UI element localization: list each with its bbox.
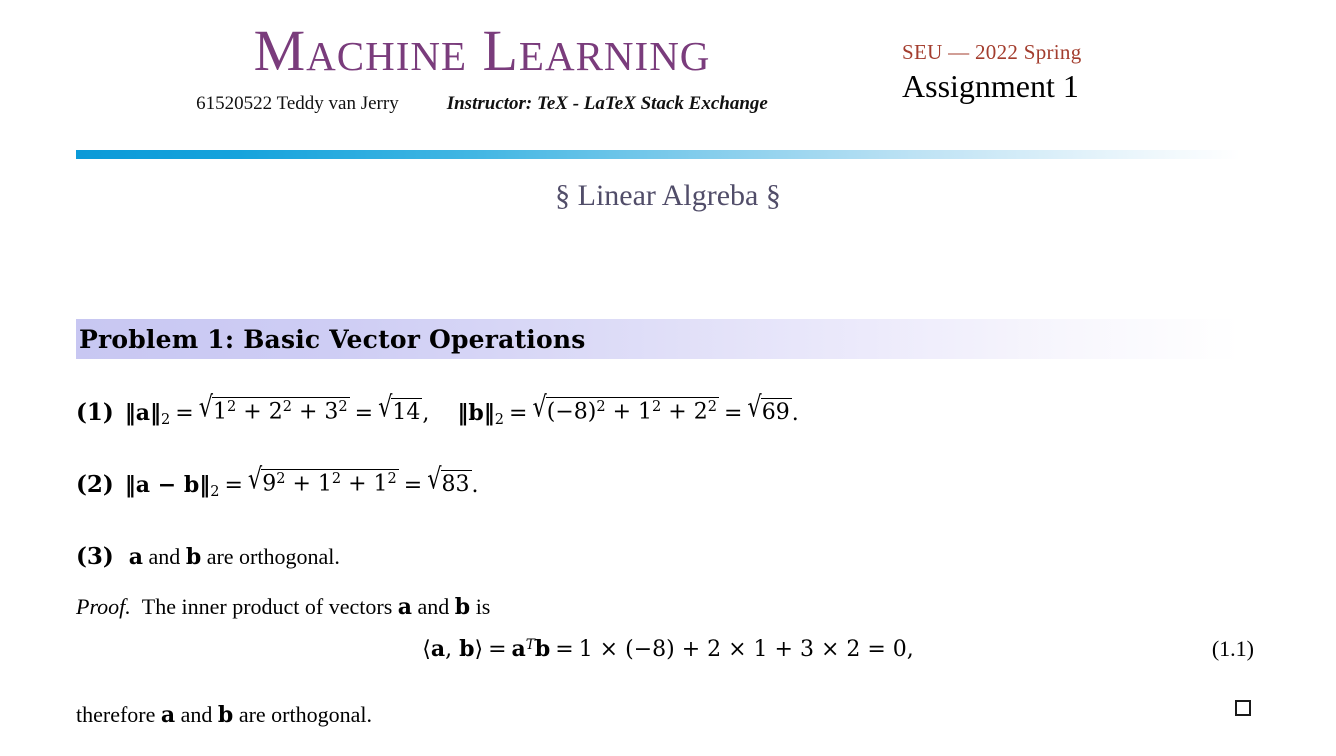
item-1-math: ‖a‖2 = √12 + 22 + 32 = √14, ‖b‖2 = √(−8)2 + 12… [124,390,799,428]
equation-tag: (1.1) [1211,636,1254,661]
item-3-and: and [143,544,186,569]
proof-vector-a: a [397,594,413,620]
qed-box-icon [1235,700,1251,716]
problem-heading-band: Problem 1: Basic Vector Operations [76,319,1240,359]
item-3-tail: are orthogonal. [201,544,340,569]
item-3-number: (3) [76,543,114,570]
item-3-text: a and b are orthogonal. [128,544,340,570]
conclusion-post: are orthogonal. [233,702,372,727]
item-3-vector-b: b [185,544,202,570]
header-rule [76,150,1240,159]
conclusion-vector-a: a [160,702,176,728]
proof-intro-mid: and [412,594,455,619]
byline: 61520522 Teddy van Jerry Instructor: TeX … [76,93,888,115]
assignment-label: Assignment 1 [902,68,1079,105]
section-title: § Linear Algreba § [555,179,781,212]
item-1-number: (1) [76,398,114,426]
problem-heading-text: Problem 1: Basic Vector Operations [79,324,586,354]
item-1: (1) ‖a‖2 = √12 + 22 + 32 = √14, ‖b‖2 = √(−8)2 +… [76,390,799,429]
item-2-number: (2) [76,470,114,498]
document-header: Machine Learning 61520522 Teddy van Jerr… [0,0,1336,160]
item-2-math: ‖a − b‖2 = √92 + 12 + 12 = √83. [124,462,479,500]
proof-intro: Proof. The inner product of vectors a an… [76,593,490,622]
item-3: (3) a and b are orthogonal. [76,543,340,572]
conclusion-vector-b: b [217,702,234,728]
instructor-name: Instructor: TeX - LaTeX Stack Exchange [446,93,768,114]
proof-intro-post: is [470,594,491,619]
conclusion-pre: therefore [76,702,161,727]
item-3-vector-a: a [128,544,144,570]
proof-conclusion: therefore a and b are orthogonal. [76,701,372,730]
display-equation: ⟨a, b⟩ = aTb = 1 × (−8) + 2 × 1 + 3 × 2 = 0, [0,636,1336,662]
proof-keyword: Proof. [76,594,131,619]
proof-vector-b: b [454,594,471,620]
item-2: (2) ‖a − b‖2 = √92 + 12 + 12 = √83. [76,462,479,501]
conclusion-mid: and [175,702,218,727]
title-block: Machine Learning 61520522 Teddy van Jerr… [76,22,888,115]
proof-intro-pre: The inner product of vectors [141,594,398,619]
term-label: SEU — 2022 Spring [902,40,1082,64]
display-equation-math: ⟨a, b⟩ = aTb = 1 × (−8) + 2 × 1 + 3 × 2 = 0, [422,636,914,662]
course-title: Machine Learning [253,18,711,83]
student-name: 61520522 Teddy van Jerry [196,93,399,114]
meta-block: SEU — 2022 Spring Assignment 1 [902,40,1082,106]
